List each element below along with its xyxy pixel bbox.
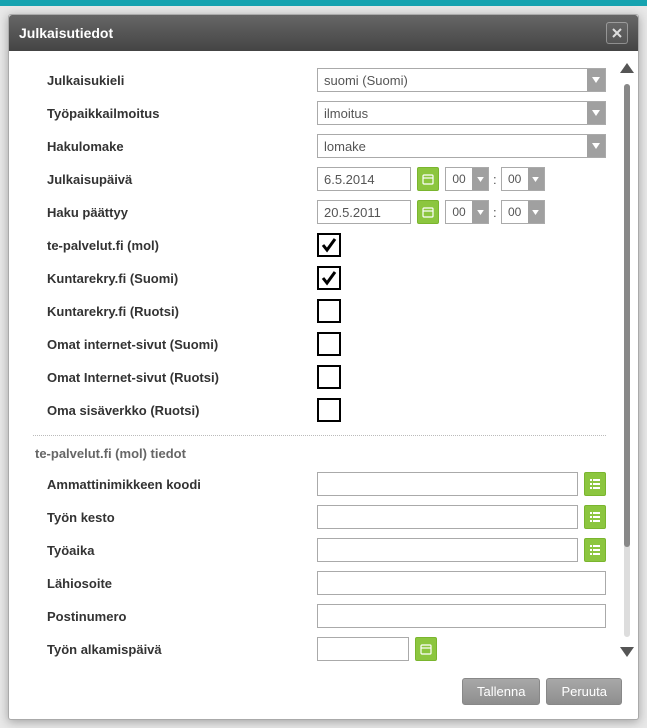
scroll-up-icon[interactable] <box>620 61 634 76</box>
input-lahiosoite[interactable] <box>317 571 606 595</box>
chevron-down-icon <box>528 201 544 223</box>
publish-dialog: Julkaisutiedot Julkaisukieli suomi (Suom… <box>8 14 639 720</box>
lookup-button[interactable] <box>584 538 606 562</box>
scroll-track[interactable] <box>624 84 630 637</box>
checkmark-icon <box>321 237 337 253</box>
checkbox-te-palvelut[interactable] <box>317 233 341 257</box>
label-tyon-kesto: Työn kesto <box>33 510 317 525</box>
label-tyopaikkailmoitus: Työpaikkailmoitus <box>33 106 317 121</box>
label-kuntarekry-fi: Kuntarekry.fi (Suomi) <box>33 271 317 286</box>
checkbox-omat-fi[interactable] <box>317 332 341 356</box>
label-ammattinimike: Ammattinimikkeen koodi <box>33 477 317 492</box>
calendar-icon <box>422 206 434 218</box>
section-divider <box>33 435 606 436</box>
button-row: Tallenna Peruuta <box>9 670 638 719</box>
close-button[interactable] <box>606 22 628 44</box>
calendar-button[interactable] <box>415 637 437 661</box>
checkbox-kuntarekry-fi[interactable] <box>317 266 341 290</box>
input-tyon-kesto[interactable] <box>317 505 578 529</box>
select-julkaisupaiva-hour[interactable]: 00 <box>445 167 489 191</box>
chevron-down-icon <box>587 102 605 124</box>
save-button[interactable]: Tallenna <box>462 678 540 705</box>
select-hakulomake[interactable]: lomake <box>317 134 606 158</box>
input-hakupaattyy-date[interactable]: 20.5.2011 <box>317 200 411 224</box>
section-title-mol: te-palvelut.fi (mol) tiedot <box>33 440 606 469</box>
chevron-down-icon <box>528 168 544 190</box>
input-tyon-alkamispaiva[interactable] <box>317 637 409 661</box>
label-omat-fi: Omat internet-sivut (Suomi) <box>33 337 317 352</box>
input-tyoaika[interactable] <box>317 538 578 562</box>
label-postinumero: Postinumero <box>33 609 317 624</box>
titlebar: Julkaisutiedot <box>9 15 638 51</box>
label-lahiosoite: Lähiosoite <box>33 576 317 591</box>
chevron-down-icon <box>472 201 488 223</box>
select-hakupaattyy-min[interactable]: 00 <box>501 200 545 224</box>
scroll-down-icon[interactable] <box>620 645 634 660</box>
calendar-button[interactable] <box>417 200 439 224</box>
list-icon <box>590 478 600 490</box>
checkbox-sisaverkko-sv[interactable] <box>317 398 341 422</box>
label-kuntarekry-sv: Kuntarekry.fi (Ruotsi) <box>33 304 317 319</box>
chevron-down-icon <box>472 168 488 190</box>
label-tyon-alkamispaiva: Työn alkamispäivä <box>33 642 317 657</box>
lookup-button[interactable] <box>584 505 606 529</box>
close-icon <box>612 28 622 38</box>
dialog-title: Julkaisutiedot <box>19 25 606 41</box>
list-icon <box>590 511 600 523</box>
scrollbar[interactable] <box>616 51 638 670</box>
chevron-down-icon <box>587 69 605 91</box>
label-julkaisupaiva: Julkaisupäivä <box>33 172 317 187</box>
checkbox-omat-sv[interactable] <box>317 365 341 389</box>
chevron-down-icon <box>587 135 605 157</box>
input-ammattinimike[interactable] <box>317 472 578 496</box>
input-julkaisupaiva-date[interactable]: 6.5.2014 <box>317 167 411 191</box>
select-julkaisukieli[interactable]: suomi (Suomi) <box>317 68 606 92</box>
label-te-palvelut: te-palvelut.fi (mol) <box>33 238 317 253</box>
label-omat-sv: Omat Internet-sivut (Ruotsi) <box>33 370 317 385</box>
label-julkaisukieli: Julkaisukieli <box>33 73 317 88</box>
select-hakupaattyy-hour[interactable]: 00 <box>445 200 489 224</box>
checkmark-icon <box>321 270 337 286</box>
select-tyopaikkailmoitus[interactable]: ilmoitus <box>317 101 606 125</box>
label-hakulomake: Hakulomake <box>33 139 317 154</box>
checkbox-kuntarekry-sv[interactable] <box>317 299 341 323</box>
label-tyoaika: Työaika <box>33 543 317 558</box>
input-postinumero[interactable] <box>317 604 606 628</box>
lookup-button[interactable] <box>584 472 606 496</box>
scroll-thumb[interactable] <box>624 84 630 547</box>
list-icon <box>590 544 600 556</box>
calendar-icon <box>420 643 432 655</box>
calendar-icon <box>422 173 434 185</box>
select-julkaisupaiva-min[interactable]: 00 <box>501 167 545 191</box>
label-sisaverkko-sv: Oma sisäverkko (Ruotsi) <box>33 403 317 418</box>
label-hakupaattyy: Haku päättyy <box>33 205 317 220</box>
form-content: Julkaisukieli suomi (Suomi) Työpaikkailm… <box>9 51 616 670</box>
calendar-button[interactable] <box>417 167 439 191</box>
cancel-button[interactable]: Peruuta <box>546 678 622 705</box>
